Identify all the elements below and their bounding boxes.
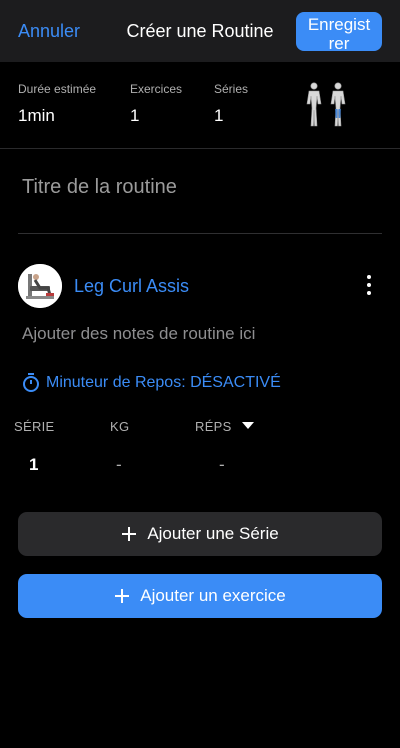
caret-down-icon xyxy=(241,422,254,429)
stat-duration: Durée estimée 1min xyxy=(18,82,96,126)
muscle-map-icon[interactable] xyxy=(302,82,350,128)
exercise-name[interactable]: Leg Curl Assis xyxy=(74,276,189,297)
top-bar: Annuler Créer une Routine Enregistrer xyxy=(0,0,400,62)
stat-exercises-label: Exercices xyxy=(130,82,183,96)
add-exercise-button[interactable]: Ajouter un exercice xyxy=(18,574,382,618)
plus-icon xyxy=(121,526,137,542)
stat-sets: Séries 1 xyxy=(214,82,248,126)
stat-duration-value: 1min xyxy=(18,106,55,125)
column-header-kg: KG xyxy=(110,419,130,434)
stat-exercises: Exercices 1 xyxy=(130,82,182,126)
column-header-reps[interactable]: RÉPS xyxy=(195,419,254,434)
routine-title-input[interactable]: Titre de la routine xyxy=(22,176,177,199)
stat-duration-label: Durée estimée xyxy=(18,82,97,96)
set-number[interactable]: 1 xyxy=(29,455,38,475)
plus-icon xyxy=(114,588,130,604)
add-set-label: Ajouter une Série xyxy=(147,524,279,543)
column-header-set: SÉRIE xyxy=(14,419,55,434)
column-header-reps-label: RÉPS xyxy=(195,419,232,434)
rest-timer-label: Minuteur de Repos: DÉSACTIVÉ xyxy=(46,374,281,391)
set-reps-input[interactable]: - xyxy=(219,455,225,475)
stat-sets-value: 1 xyxy=(214,106,224,125)
stopwatch-icon xyxy=(23,373,39,392)
divider xyxy=(18,233,382,234)
more-options-icon[interactable] xyxy=(360,272,378,300)
save-button[interactable]: Enregistrer xyxy=(296,12,382,51)
stat-exercises-value: 1 xyxy=(130,106,140,125)
add-exercise-label: Ajouter un exercice xyxy=(140,586,286,605)
routine-stats: Durée estimée 1min Exercices 1 Séries 1 xyxy=(0,62,400,149)
exercise-thumbnail[interactable] xyxy=(18,264,62,308)
exercise-notes-input[interactable]: Ajouter des notes de routine ici xyxy=(22,324,255,344)
stat-sets-label: Séries xyxy=(214,82,249,96)
set-kg-input[interactable]: - xyxy=(116,455,122,475)
add-set-button[interactable]: Ajouter une Série xyxy=(18,512,382,556)
